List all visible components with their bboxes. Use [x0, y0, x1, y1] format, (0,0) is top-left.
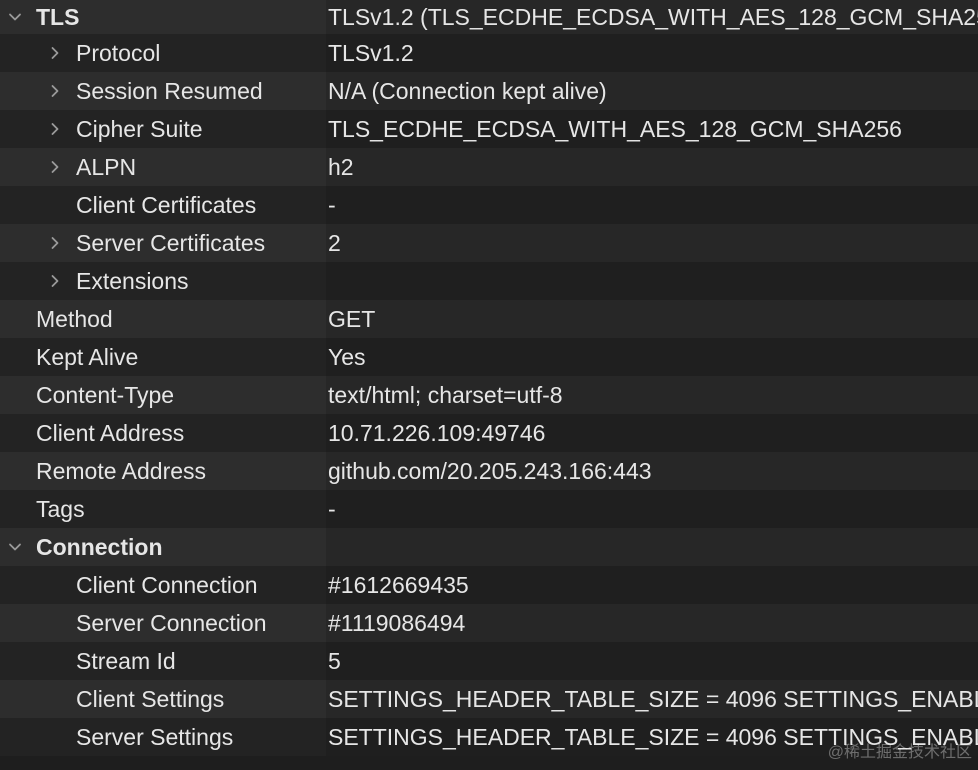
tree-row-connection[interactable]: Connection [0, 528, 978, 566]
tree-row-alpn[interactable]: ALPN h2 [0, 148, 978, 186]
row-label: Client Address [36, 419, 185, 446]
row-label: Server Settings [76, 723, 234, 750]
tree-row-content-type[interactable]: Content-Type text/html; charset=utf-8 [0, 376, 978, 414]
row-label: Stream Id [76, 647, 176, 674]
row-value: GET [328, 305, 376, 332]
row-label: Method [36, 305, 113, 332]
row-value [326, 528, 978, 566]
row-label: Client Connection [76, 571, 258, 598]
row-key-cell: Cipher Suite [0, 110, 326, 148]
row-key-cell: Client Address [0, 414, 326, 452]
row-value: - [328, 495, 336, 522]
row-label: TLS [36, 3, 80, 30]
row-label: Connection [36, 533, 163, 560]
row-value: #1612669435 [328, 571, 469, 598]
chevron-right-icon[interactable] [46, 272, 64, 290]
tree-row-client-certificates[interactable]: Client Certificates - [0, 186, 978, 224]
row-value: 2 [328, 229, 341, 256]
chevron-right-icon[interactable] [46, 234, 64, 252]
tree-row-tls[interactable]: TLS TLSv1.2 (TLS_ECDHE_ECDSA_WITH_AES_128… [0, 0, 978, 34]
tree-row-kept-alive[interactable]: Kept Alive Yes [0, 338, 978, 376]
chevron-right-icon[interactable] [46, 120, 64, 138]
row-value: N/A (Connection kept alive) [328, 77, 607, 104]
row-value: TLSv1.2 (TLS_ECDHE_ECDSA_WITH_AES_128_GC… [328, 3, 978, 30]
row-key-cell: TLS [0, 0, 326, 34]
tree-row-remote-address[interactable]: Remote Address github.com/20.205.243.166:… [0, 452, 978, 490]
row-label: Extensions [76, 267, 189, 294]
row-value: 5 [328, 647, 341, 674]
row-label: Protocol [76, 39, 161, 66]
chevron-right-icon[interactable] [46, 82, 64, 100]
tree-row-session-resumed[interactable]: Session Resumed N/A (Connection kept aliv… [0, 72, 978, 110]
tree-row-method[interactable]: Method GET [0, 300, 978, 338]
row-key-cell: Content-Type [0, 376, 326, 414]
tree-rows: TLS TLSv1.2 (TLS_ECDHE_ECDSA_WITH_AES_128… [0, 0, 978, 756]
row-key-cell: Extensions [0, 262, 326, 300]
request-details-tree: TLS TLSv1.2 (TLS_ECDHE_ECDSA_WITH_AES_128… [0, 0, 978, 770]
row-key-cell: ALPN [0, 148, 326, 186]
row-value: text/html; charset=utf-8 [328, 381, 563, 408]
row-key-cell: Server Certificates [0, 224, 326, 262]
row-key-cell: Client Certificates [0, 186, 326, 224]
row-label: Tags [36, 495, 85, 522]
row-key-cell: Connection [0, 528, 326, 566]
tree-row-protocol[interactable]: Protocol TLSv1.2 [0, 34, 978, 72]
row-key-cell: Stream Id [0, 642, 326, 680]
row-key-cell: Protocol [0, 34, 326, 72]
row-value: - [328, 191, 336, 218]
tree-row-client-settings[interactable]: Client Settings SETTINGS_HEADER_TABLE_SIZ… [0, 680, 978, 718]
row-label: Kept Alive [36, 343, 139, 370]
row-value: Yes [328, 343, 366, 370]
row-value: #1119086494 [328, 609, 466, 636]
row-label: Client Certificates [76, 191, 257, 218]
row-key-cell: Client Settings [0, 680, 326, 718]
row-value: TLS_ECDHE_ECDSA_WITH_AES_128_GCM_SHA256 [328, 115, 902, 142]
row-value: SETTINGS_HEADER_TABLE_SIZE = 4096 SETTIN… [328, 723, 978, 750]
row-value: 10.71.226.109:49746 [328, 419, 546, 446]
chevron-down-icon[interactable] [6, 538, 24, 556]
row-label: Remote Address [36, 457, 207, 484]
tree-row-server-connection[interactable]: Server Connection #1119086494 [0, 604, 978, 642]
row-label: Session Resumed [76, 77, 263, 104]
row-key-cell: Client Connection [0, 566, 326, 604]
row-value: github.com/20.205.243.166:443 [328, 457, 652, 484]
chevron-right-icon[interactable] [46, 44, 64, 62]
row-key-cell: Session Resumed [0, 72, 326, 110]
row-key-cell: Kept Alive [0, 338, 326, 376]
tree-row-client-address[interactable]: Client Address 10.71.226.109:49746 [0, 414, 978, 452]
chevron-down-icon[interactable] [6, 8, 24, 26]
row-key-cell: Server Settings [0, 718, 326, 756]
tree-row-stream-id[interactable]: Stream Id 5 [0, 642, 978, 680]
row-label: Cipher Suite [76, 115, 203, 142]
row-key-cell: Method [0, 300, 326, 338]
tree-row-server-settings[interactable]: Server Settings SETTINGS_HEADER_TABLE_SIZ… [0, 718, 978, 756]
tree-row-cipher-suite[interactable]: Cipher Suite TLS_ECDHE_ECDSA_WITH_AES_128… [0, 110, 978, 148]
row-label: Server Connection [76, 609, 267, 636]
row-label: ALPN [76, 153, 137, 180]
row-label: Client Settings [76, 685, 225, 712]
row-value: SETTINGS_HEADER_TABLE_SIZE = 4096 SETTIN… [328, 685, 978, 712]
tree-row-tags[interactable]: Tags - [0, 490, 978, 528]
row-key-cell: Server Connection [0, 604, 326, 642]
row-value: h2 [328, 153, 354, 180]
row-value: TLSv1.2 [328, 39, 414, 66]
row-value [326, 262, 978, 300]
row-label: Content-Type [36, 381, 175, 408]
row-key-cell: Tags [0, 490, 326, 528]
tree-row-extensions[interactable]: Extensions [0, 262, 978, 300]
tree-row-client-connection[interactable]: Client Connection #1612669435 [0, 566, 978, 604]
tree-row-server-certificates[interactable]: Server Certificates 2 [0, 224, 978, 262]
row-label: Server Certificates [76, 229, 266, 256]
row-key-cell: Remote Address [0, 452, 326, 490]
chevron-right-icon[interactable] [46, 158, 64, 176]
